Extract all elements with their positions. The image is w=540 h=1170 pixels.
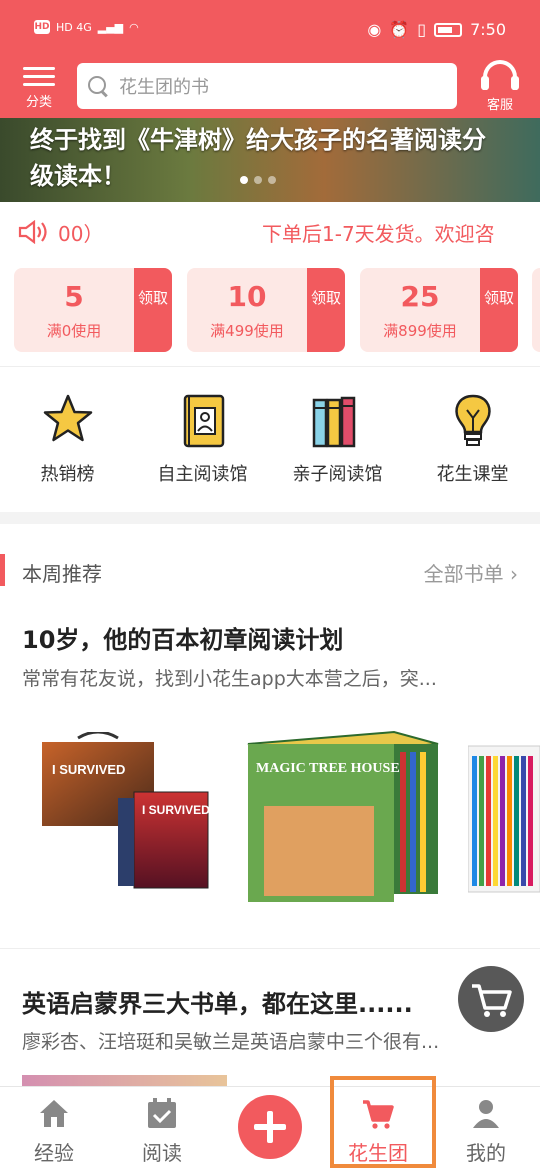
nav-label: 我的: [466, 1141, 506, 1165]
coupon-amount: 10: [227, 280, 267, 313]
customer-service-button[interactable]: 客服: [478, 60, 522, 113]
category-menu-label: 分类: [25, 95, 52, 110]
clock: 7:50: [470, 20, 506, 39]
divider: [0, 366, 540, 367]
section-accent-bar: [0, 554, 5, 586]
nav-label: 阅读: [142, 1141, 182, 1165]
banner-dot: [240, 176, 248, 184]
article-desc: 廖彩杏、汪培珽和吴敏兰是英语启蒙中三个很有...: [22, 1031, 440, 1053]
battery-icon: [434, 22, 463, 37]
category-label: 亲子阅读馆: [292, 464, 383, 485]
banner-dot: [254, 176, 262, 184]
status-left: HD HD 4G ▂▄▆ ◠: [34, 20, 139, 34]
chevron-right-icon: ›: [510, 562, 518, 586]
coupon-condition: 满499使用: [210, 322, 284, 340]
category-parent-child[interactable]: 亲子阅读馆: [270, 390, 405, 486]
banner-dot: [268, 176, 276, 184]
divider: [0, 948, 540, 949]
nav-add[interactable]: [216, 1087, 324, 1170]
headset-icon: [481, 60, 519, 90]
coupon-card[interactable]: 25 满899使用 领取: [360, 268, 518, 352]
search-input[interactable]: 花生团的书: [77, 63, 457, 109]
book-title-text: I SURVIVED: [142, 803, 210, 817]
banner-pagination: [240, 176, 276, 184]
coupon-list: 5 满0使用 领取 10 满499使用 领取 25 满899使用 领取: [14, 268, 540, 354]
status-bar: HD HD 4G ▂▄▆ ◠ ◉ ⏰ ▯ 7:50: [0, 0, 540, 60]
notice-text-right: 下单后1-7天发货。欢迎咨: [262, 222, 495, 246]
book-cover[interactable]: [468, 736, 540, 896]
signal-icon: ▂▄▆: [97, 20, 124, 34]
vibrate-icon: ▯: [417, 20, 427, 39]
coupon-claim-button[interactable]: 领取: [480, 268, 518, 352]
coupon-claim-button[interactable]: 领取: [307, 268, 345, 352]
book-person-icon: [183, 394, 224, 448]
coupon-condition: 满0使用: [46, 322, 102, 340]
category-hot-list[interactable]: 热销榜: [0, 390, 135, 486]
alarm-icon: ⏰: [389, 20, 410, 39]
eye-icon: ◉: [367, 20, 382, 39]
book-title-text: MAGIC TREE HOUSE: [256, 761, 400, 776]
book-cover[interactable]: MAGIC TREE HOUSE: [244, 722, 440, 912]
category-label: 热销榜: [40, 464, 95, 485]
book-cover[interactable]: I SURVIVED I SURVIVED: [38, 732, 218, 892]
plus-icon: [238, 1095, 302, 1159]
nav-reading[interactable]: 阅读: [108, 1087, 216, 1170]
notice-bar[interactable]: 00） 下单后1-7天发货。欢迎咨: [0, 202, 540, 262]
category-label: 自主阅读馆: [157, 464, 248, 485]
book-title-text: I SURVIVED: [52, 762, 125, 777]
category-self-reading[interactable]: 自主阅读馆: [135, 390, 270, 486]
coupon-card-partial[interactable]: [532, 268, 540, 352]
all-booklists-link[interactable]: 全部书单 ›: [424, 558, 518, 587]
status-right: ◉ ⏰ ▯ 7:50: [367, 20, 506, 39]
coupon-amount: 5: [64, 280, 84, 313]
wifi-icon: ◠: [129, 20, 139, 34]
article-desc: 常常有花友说，找到小花生app大本营之后，突...: [22, 668, 437, 690]
weekly-recommend-header: 本周推荐 全部书单 ›: [0, 550, 540, 590]
coupon-card[interactable]: 5 满0使用 领取: [14, 268, 172, 352]
notice-text-left: 00）: [58, 222, 104, 246]
book-carousel: I SURVIVED I SURVIVED MAGIC TREE HOUSE: [0, 722, 540, 912]
selection-highlight: [330, 1076, 436, 1168]
speaker-icon: [18, 220, 47, 244]
user-icon: [473, 1100, 499, 1128]
article-title[interactable]: 英语启蒙界三大书单，都在这里......: [22, 984, 522, 1019]
network-label: HD 4G: [56, 20, 92, 34]
bottom-nav: 经验 阅读 花生团 我的: [0, 1086, 540, 1170]
coupon-amount: 25: [400, 280, 440, 313]
coupon-condition: 满899使用: [383, 322, 457, 340]
floating-cart-button[interactable]: [458, 966, 524, 1032]
customer-service-label: 客服: [486, 98, 513, 113]
search-placeholder: 花生团的书: [119, 77, 209, 98]
category-label: 花生课堂: [436, 464, 509, 485]
coupon-claim-button[interactable]: 领取: [134, 268, 172, 352]
books-icon: [312, 396, 355, 448]
category-peanut-class[interactable]: 花生课堂: [405, 390, 540, 486]
header-bar: HD HD 4G ▂▄▆ ◠ ◉ ⏰ ▯ 7:50 分类 花生团的书 客服: [0, 0, 540, 118]
coupon-card[interactable]: 10 满499使用 领取: [187, 268, 345, 352]
promo-banner[interactable]: 终于找到《牛津树》给大孩子的名著阅读分级读本！: [0, 118, 540, 202]
cart-icon: [472, 984, 512, 1017]
section-title: 本周推荐: [22, 562, 102, 586]
article-title[interactable]: 10岁，他的百本初章阅读计划: [22, 620, 522, 655]
calendar-check-icon: [148, 1098, 176, 1128]
category-menu-button[interactable]: 分类: [18, 62, 60, 112]
menu-icon: [23, 67, 55, 86]
section-gap: [0, 512, 540, 524]
star-icon: [43, 394, 92, 442]
home-icon: [40, 1100, 68, 1127]
all-booklists-label: 全部书单: [423, 562, 504, 586]
hd-icon: HD: [34, 20, 50, 34]
nav-label: 经验: [34, 1141, 74, 1165]
nav-experience[interactable]: 经验: [0, 1087, 108, 1170]
nav-mine[interactable]: 我的: [432, 1087, 540, 1170]
category-grid: 热销榜 自主阅读馆 亲子阅读馆 花生课堂: [0, 390, 540, 500]
bulb-icon: [454, 394, 491, 446]
search-icon: [87, 75, 109, 97]
